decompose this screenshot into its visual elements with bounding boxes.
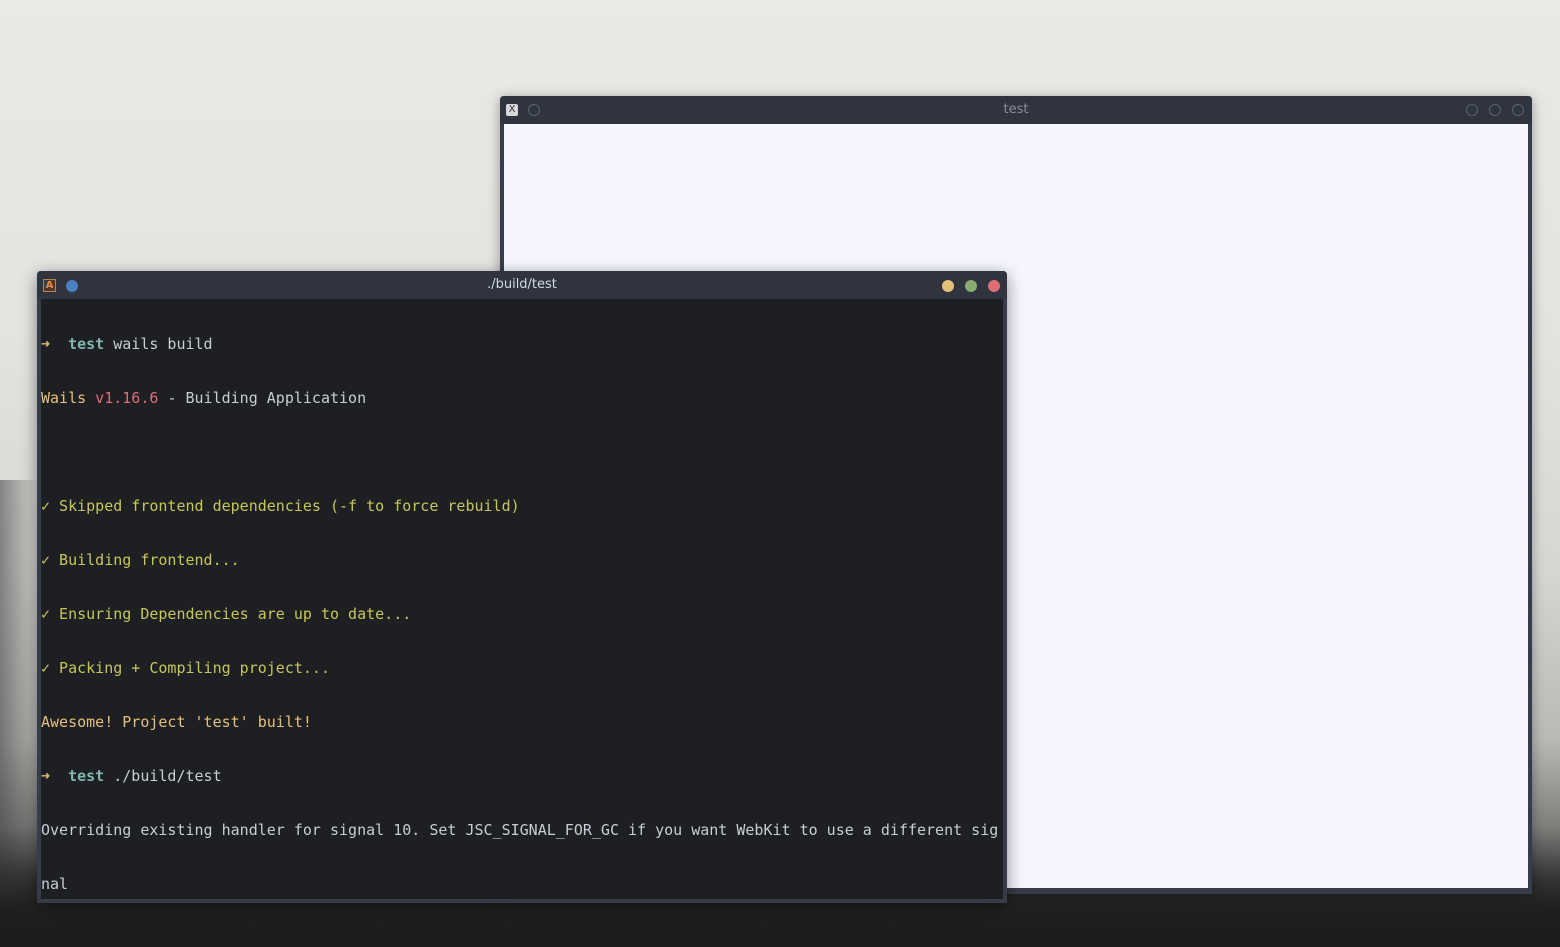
prompt-command: wails build: [104, 335, 213, 353]
window-title: test: [1003, 102, 1029, 117]
terminal-line: ➜ test wails build: [41, 335, 998, 353]
terminal-line: Overriding existing handler for signal 1…: [41, 821, 999, 839]
prompt-command: ./build/test: [104, 767, 222, 785]
terminal-line: ✓ Ensuring Dependencies are up to date..…: [41, 605, 412, 623]
close-button[interactable]: [1512, 104, 1524, 116]
terminal-line: nal: [41, 875, 69, 893]
webview-titlebar[interactable]: X test: [500, 96, 1532, 124]
prompt-dir: test: [68, 767, 105, 785]
terminal-window[interactable]: A ./build/test ➜ test wails build Wails …: [37, 271, 1007, 903]
prompt-arrow-icon: ➜: [41, 767, 51, 785]
terminal-line: Awesome! Project 'test' built!: [41, 713, 312, 731]
prompt-arrow-icon: ➜: [41, 335, 51, 353]
wails-version: v1.16.6: [86, 389, 159, 407]
terminal-line: ✓ Skipped frontend dependencies (-f to f…: [41, 497, 520, 515]
terminal-line: Wails v1.16.6 - Building Application: [41, 389, 998, 407]
terminal-line: ✓ Packing + Compiling project...: [41, 659, 330, 677]
minimize-button[interactable]: [1466, 104, 1478, 116]
terminal-line: ✓ Building frontend...: [41, 551, 240, 569]
terminal-line: ➜ test ./build/test: [41, 767, 998, 785]
terminal-titlebar[interactable]: A ./build/test: [37, 271, 1007, 299]
maximize-button[interactable]: [965, 280, 977, 292]
window-title: ./build/test: [487, 277, 557, 292]
build-heading: - Building Application: [158, 389, 367, 407]
terminal-output: ➜ test wails build Wails v1.16.6 - Build…: [41, 299, 998, 899]
close-button[interactable]: [988, 280, 1000, 292]
terminal-area[interactable]: ➜ test wails build Wails v1.16.6 - Build…: [41, 299, 1003, 899]
maximize-button[interactable]: [1489, 104, 1501, 116]
prompt-dir: test: [68, 335, 105, 353]
wails-label: Wails: [41, 389, 87, 407]
minimize-button[interactable]: [942, 280, 954, 292]
